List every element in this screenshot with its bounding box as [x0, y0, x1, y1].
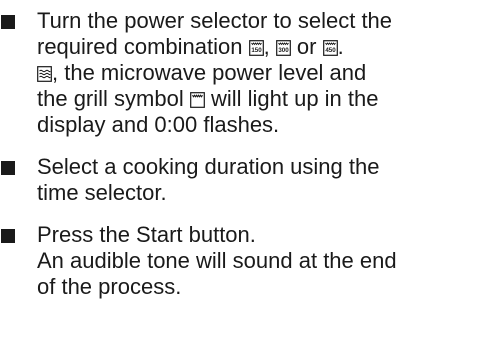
step-3-line-3: of the process.: [37, 274, 182, 299]
step-1-text-4a: the grill symbol: [37, 86, 190, 111]
step-2-line-1: Select a cooking duration using the: [37, 154, 380, 179]
instruction-step-power-selector: Turn the power selector to select the re…: [0, 8, 478, 138]
microwave-waves-icon: [37, 66, 52, 82]
step-3-line-2: An audible tone will sound at the end: [37, 248, 397, 273]
step-1-separator-2: or: [290, 34, 323, 59]
combination-150-label: 150: [251, 47, 262, 54]
step-1-line-2: required combination 150, 300 or 450.: [37, 34, 478, 60]
grill-symbol-icon: [189, 92, 205, 108]
step-1-text: required combination: [37, 34, 249, 59]
step-1-text-4b: will light up in the: [204, 86, 379, 111]
combination-450-icon: 450: [322, 40, 338, 56]
square-bullet: [1, 15, 15, 29]
combination-300-icon: 300: [275, 40, 291, 56]
step-2-line-2: time selector.: [37, 180, 167, 205]
step-1-line-4: the grill symbol will light up in the: [37, 86, 478, 112]
combination-150-icon: 150: [248, 40, 264, 56]
square-bullet: [1, 229, 15, 243]
combination-300-label: 300: [278, 47, 289, 54]
square-bullet: [1, 161, 15, 175]
step-1-text-3: , the microwave power level and: [52, 60, 367, 85]
step-1-line-1: Turn the power selector to select the: [37, 8, 393, 33]
combination-450-label: 450: [325, 47, 336, 54]
step-1-line-3: , the microwave power level and: [37, 60, 478, 86]
step-3-line-1: Press the Start button.: [37, 222, 256, 247]
step-1-line-5: display and 0:00 flashes.: [37, 112, 280, 137]
step-1-period: .: [337, 34, 344, 59]
instruction-list: Turn the power selector to select the re…: [0, 0, 478, 316]
instruction-step-time-selector: Select a cooking duration using the time…: [0, 154, 478, 206]
instruction-step-start: Press the Start button. An audible tone …: [0, 222, 478, 300]
step-1-separator-1: ,: [263, 34, 276, 59]
